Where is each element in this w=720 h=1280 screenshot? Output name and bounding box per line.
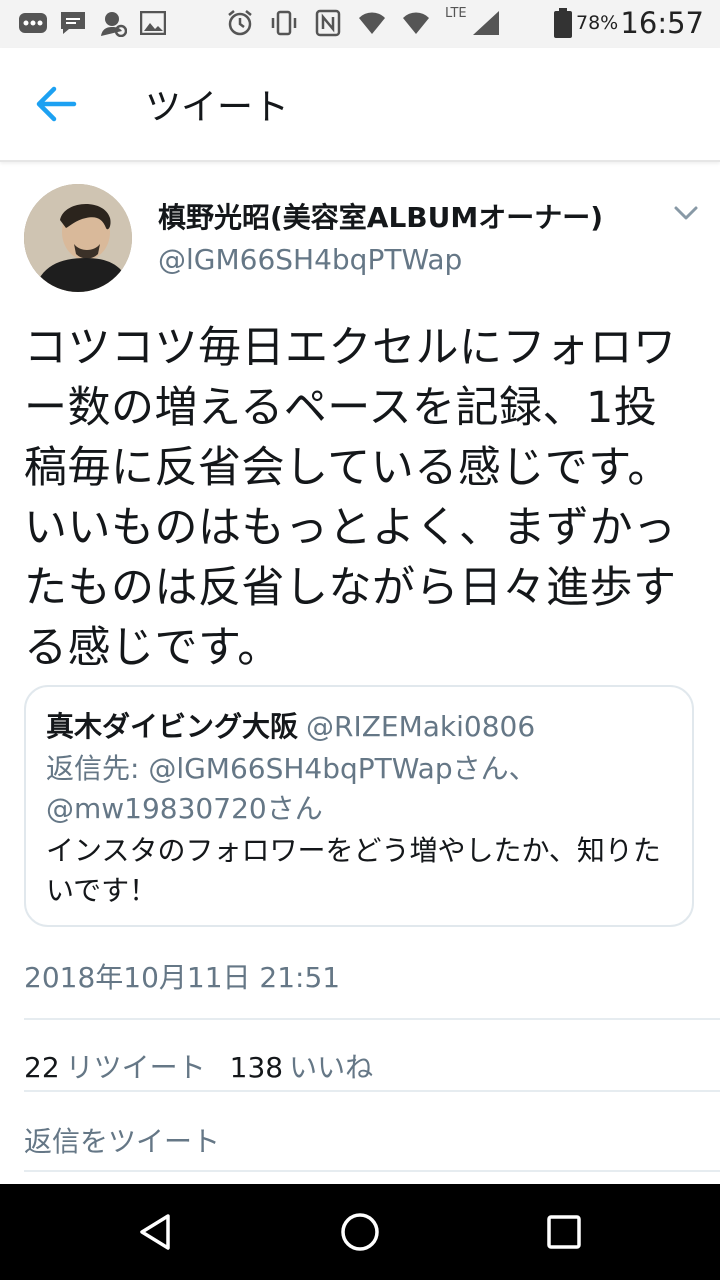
network-type: LTE xyxy=(445,6,467,21)
quoted-author-name: 真木ダイビング大阪 xyxy=(46,710,299,743)
retweet-label[interactable]: リツイート xyxy=(66,1051,206,1084)
divider xyxy=(24,1018,720,1020)
divider xyxy=(24,1090,720,1092)
nav-home-button[interactable] xyxy=(338,1210,382,1254)
status-icons-left xyxy=(18,8,168,38)
quoted-tweet-text: インスタのフォロワーをどう増やしたか、知りたいです！ xyxy=(46,834,661,907)
avatar[interactable] xyxy=(24,184,132,292)
message-icon xyxy=(58,8,88,38)
status-bar: LTE 78% 16:57 xyxy=(0,0,720,48)
triangle-back-icon xyxy=(140,1214,170,1250)
nav-recents-button[interactable] xyxy=(542,1210,586,1254)
status-icons-right: LTE xyxy=(225,6,501,38)
top-app-bar: ツイート xyxy=(0,48,720,162)
back-button[interactable] xyxy=(32,84,78,124)
quoted-reply-to: 返信先: @lGM66SH4bqPTWapさん、@mw19830720さん xyxy=(46,752,537,825)
like-label[interactable]: いいね xyxy=(289,1051,373,1084)
vibrate-icon xyxy=(269,8,299,38)
chevron-down-icon xyxy=(674,206,698,220)
image-icon xyxy=(138,8,168,38)
retweet-count[interactable]: 22 xyxy=(24,1051,60,1084)
arrow-left-icon xyxy=(36,86,77,122)
alarm-icon xyxy=(225,8,255,38)
divider xyxy=(24,1170,720,1172)
tweet-timestamp: 2018年10月11日 21:51 xyxy=(24,961,341,994)
tweet-menu-button[interactable] xyxy=(672,202,700,224)
nav-back-button[interactable] xyxy=(134,1210,178,1254)
quoted-tweet[interactable]: 真木ダイビング大阪 @RIZEMaki0806 返信先: @lGM66SH4bqP… xyxy=(24,685,694,927)
wifi-icon xyxy=(401,8,431,38)
author-handle[interactable]: @lGM66SH4bqPTWap xyxy=(158,243,462,276)
page-title: ツイート xyxy=(145,87,290,128)
wifi-signal-icon xyxy=(357,8,387,38)
battery-indicator: 78% xyxy=(554,8,618,38)
reply-input[interactable]: 返信をツイート xyxy=(24,1120,220,1160)
tweet-stats: 22 リツイート 138 いいね xyxy=(24,1046,397,1086)
quoted-tweet-header: 真木ダイビング大阪 @RIZEMaki0806 xyxy=(46,705,535,745)
lte-signal-icon: LTE xyxy=(445,6,501,38)
square-recents-icon xyxy=(547,1215,581,1249)
system-nav-bar xyxy=(0,1184,720,1280)
contact-sync-icon xyxy=(98,8,128,38)
nfc-icon xyxy=(313,8,343,38)
author-name[interactable]: 槙野光昭(美容室ALBUMオーナー) xyxy=(158,196,603,236)
clock: 16:57 xyxy=(620,6,704,40)
tweet-text: コツコツ毎日エクセルにフォロワー数の増えるペースを記録、1投稿毎に反省会している… xyxy=(24,323,677,673)
like-count[interactable]: 138 xyxy=(230,1051,283,1084)
circle-home-icon xyxy=(341,1213,379,1251)
quoted-author-handle: @RIZEMaki0806 xyxy=(306,710,536,743)
more-icon xyxy=(18,8,48,38)
battery-percent: 78% xyxy=(576,12,619,34)
battery-icon xyxy=(554,8,572,38)
